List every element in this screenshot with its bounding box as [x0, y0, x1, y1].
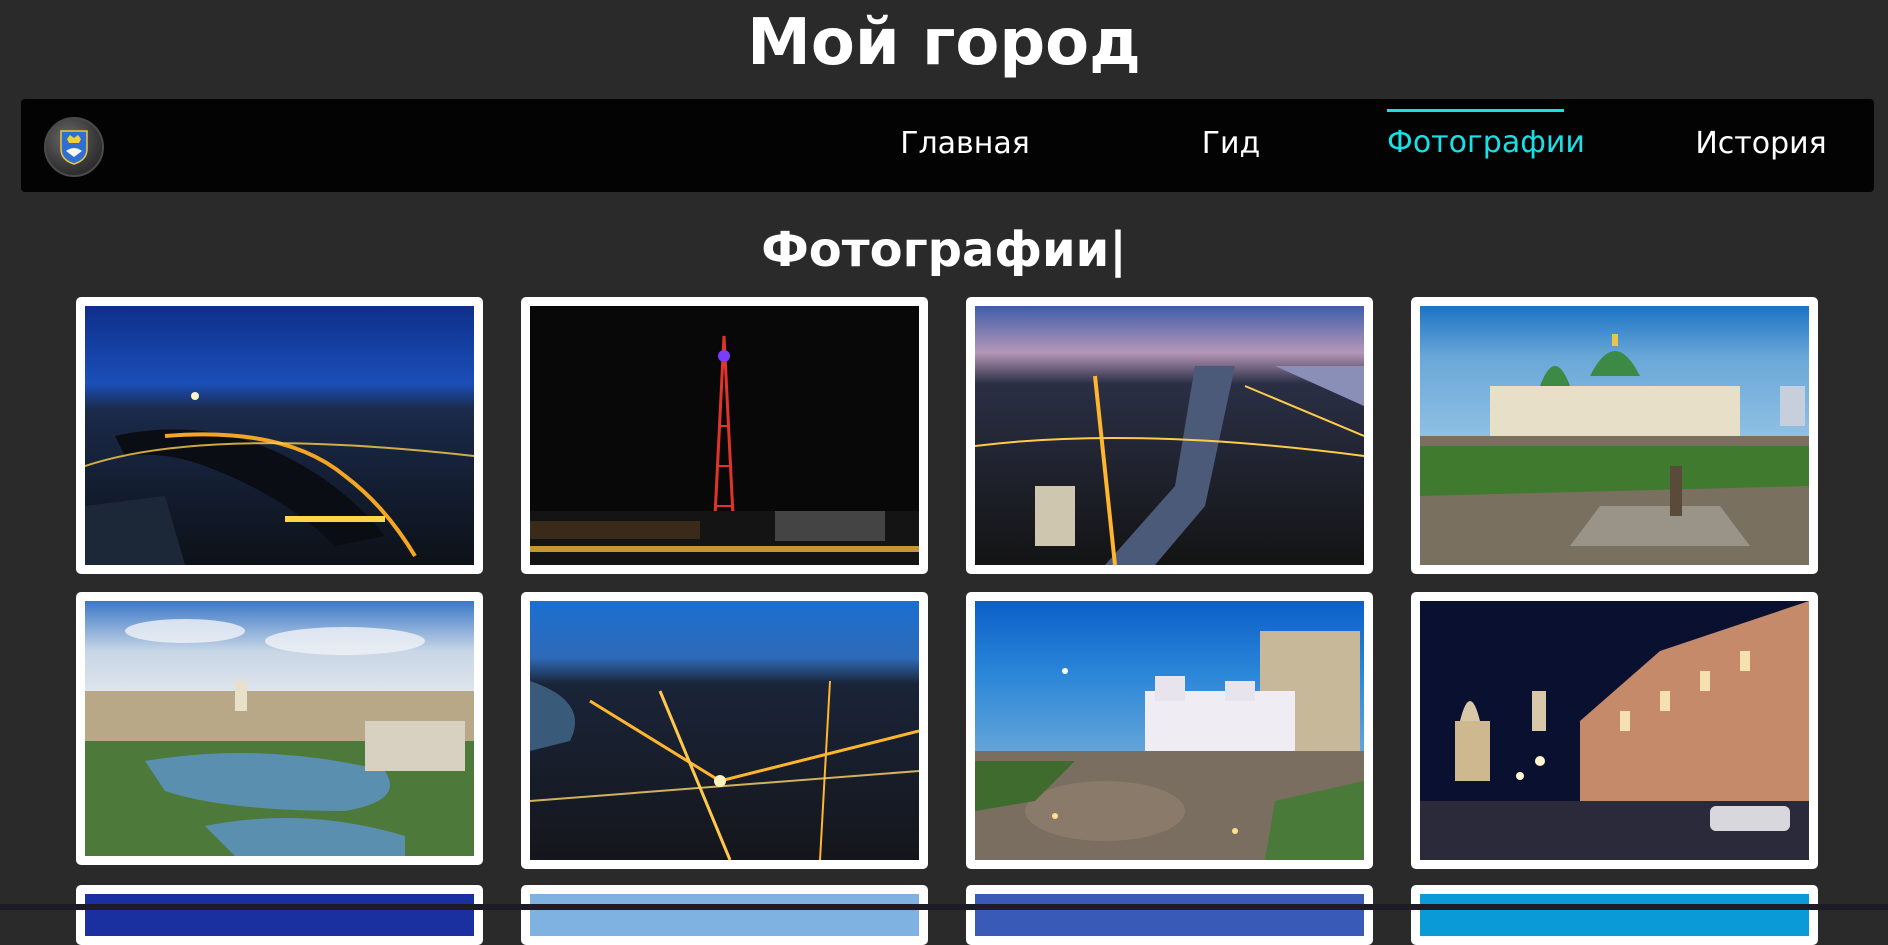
photo-night-street-buildings [1420, 601, 1809, 860]
nav-item-photos[interactable]: Фотографии [1387, 109, 1585, 170]
site-title: Мой город [747, 6, 1141, 80]
nav-item-home[interactable]: Главная [887, 115, 1043, 173]
photo-theatre-evening [975, 601, 1364, 860]
photo-card[interactable] [1411, 885, 1818, 945]
photo-card[interactable] [966, 592, 1373, 869]
logo[interactable] [44, 117, 104, 177]
photo-card[interactable] [1411, 592, 1818, 869]
photo-night-city-panorama [85, 306, 474, 565]
photo-card[interactable] [76, 592, 483, 865]
nav-item-history[interactable]: История [1686, 115, 1836, 173]
photo-aerial-night-river-city [975, 306, 1364, 565]
photo-partial [85, 894, 474, 936]
section-title: Фотографии| [761, 222, 1127, 278]
photo-illuminated-tv-tower [530, 306, 919, 565]
taskbar-edge [0, 904, 1888, 910]
photo-card[interactable] [76, 297, 483, 574]
nav-item-guide[interactable]: Гид [1176, 115, 1286, 173]
navbar: Главная Гид Фотографии История [21, 99, 1874, 192]
photo-card[interactable] [521, 885, 928, 945]
photo-partial [530, 894, 919, 936]
photo-aerial-night-city [530, 601, 919, 860]
photo-partial [975, 894, 1364, 936]
photo-city-lake-daytime [85, 601, 474, 856]
city-coat-of-arms-icon [60, 130, 88, 165]
photo-card[interactable] [76, 885, 483, 945]
photo-card[interactable] [966, 885, 1373, 945]
photo-card[interactable] [1411, 297, 1818, 574]
photo-cathedral-square [1420, 306, 1809, 565]
photo-card[interactable] [521, 297, 928, 574]
photo-card[interactable] [521, 592, 928, 869]
photo-partial [1420, 894, 1809, 936]
photo-card[interactable] [966, 297, 1373, 574]
